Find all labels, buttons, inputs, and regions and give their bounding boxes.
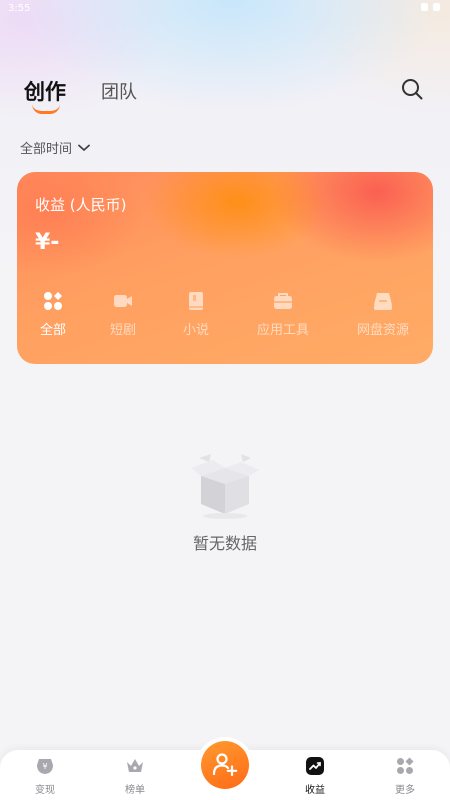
trend-chart-icon	[306, 757, 324, 775]
category-cloud-drive-label: 网盘资源	[356, 323, 409, 338]
crown-icon	[127, 759, 143, 772]
add-person-icon	[212, 753, 238, 777]
book-icon	[189, 292, 203, 310]
nav-monetize[interactable]: ¥ 变现	[15, 756, 75, 796]
add-member-button[interactable]	[201, 741, 249, 789]
category-app-tools-label: 应用工具	[256, 323, 309, 338]
nav-earnings-label: 收益	[305, 785, 325, 796]
category-novel-label: 小说	[182, 323, 209, 338]
earnings-title: 收益 (人民币)	[35, 196, 127, 214]
category-filter: 全部 短剧 小说 应用工具 网盘资源	[17, 290, 433, 350]
tab-create-label: 创作	[24, 80, 66, 104]
toolbox-icon	[274, 293, 292, 309]
category-short-drama[interactable]: 短剧	[107, 290, 139, 338]
status-bar: 3:55	[0, 0, 450, 20]
status-icons	[421, 3, 440, 11]
empty-state: 暂无数据	[0, 450, 450, 554]
category-short-drama-label: 短剧	[109, 323, 136, 338]
earnings-amount: ¥-	[35, 230, 60, 255]
top-tabs: 创作 团队	[24, 76, 137, 114]
earnings-card: 收益 (人民币) ¥- 全部 短剧 小说 应用工具 网盘资源	[17, 172, 433, 364]
category-cloud-drive[interactable]: 网盘资源	[353, 290, 413, 338]
wifi-icon	[421, 3, 428, 11]
nav-more-label: 更多	[395, 785, 415, 796]
nav-leaderboard-label: 榜单	[125, 785, 145, 796]
nav-more[interactable]: 更多	[375, 756, 435, 796]
tab-team-label: 团队	[101, 82, 137, 103]
apps-icon	[397, 757, 414, 774]
tab-create[interactable]: 创作	[24, 76, 66, 114]
empty-state-text: 暂无数据	[192, 534, 257, 553]
category-app-tools[interactable]: 应用工具	[253, 290, 313, 338]
category-novel[interactable]: 小说	[180, 290, 212, 338]
drive-icon	[374, 293, 392, 310]
category-all-label: 全部	[39, 323, 66, 338]
chevron-down-icon	[78, 144, 90, 151]
search-icon[interactable]	[400, 77, 424, 101]
grid-icon	[44, 292, 62, 310]
nav-earnings[interactable]: 收益	[285, 756, 345, 796]
svg-text:¥: ¥	[42, 762, 47, 771]
nav-monetize-label: 变现	[35, 785, 55, 796]
battery-icon	[433, 3, 440, 11]
time-filter-dropdown[interactable]: 全部时间	[20, 138, 90, 157]
status-time: 3:55	[8, 3, 31, 14]
nav-leaderboard[interactable]: 榜单	[105, 756, 165, 796]
coin-icon: ¥	[37, 759, 53, 774]
category-all[interactable]: 全部	[37, 290, 69, 338]
tab-team[interactable]: 团队	[101, 78, 137, 106]
video-camera-icon	[114, 295, 132, 307]
empty-box-icon	[191, 454, 259, 519]
time-filter-label: 全部时间	[20, 142, 73, 157]
